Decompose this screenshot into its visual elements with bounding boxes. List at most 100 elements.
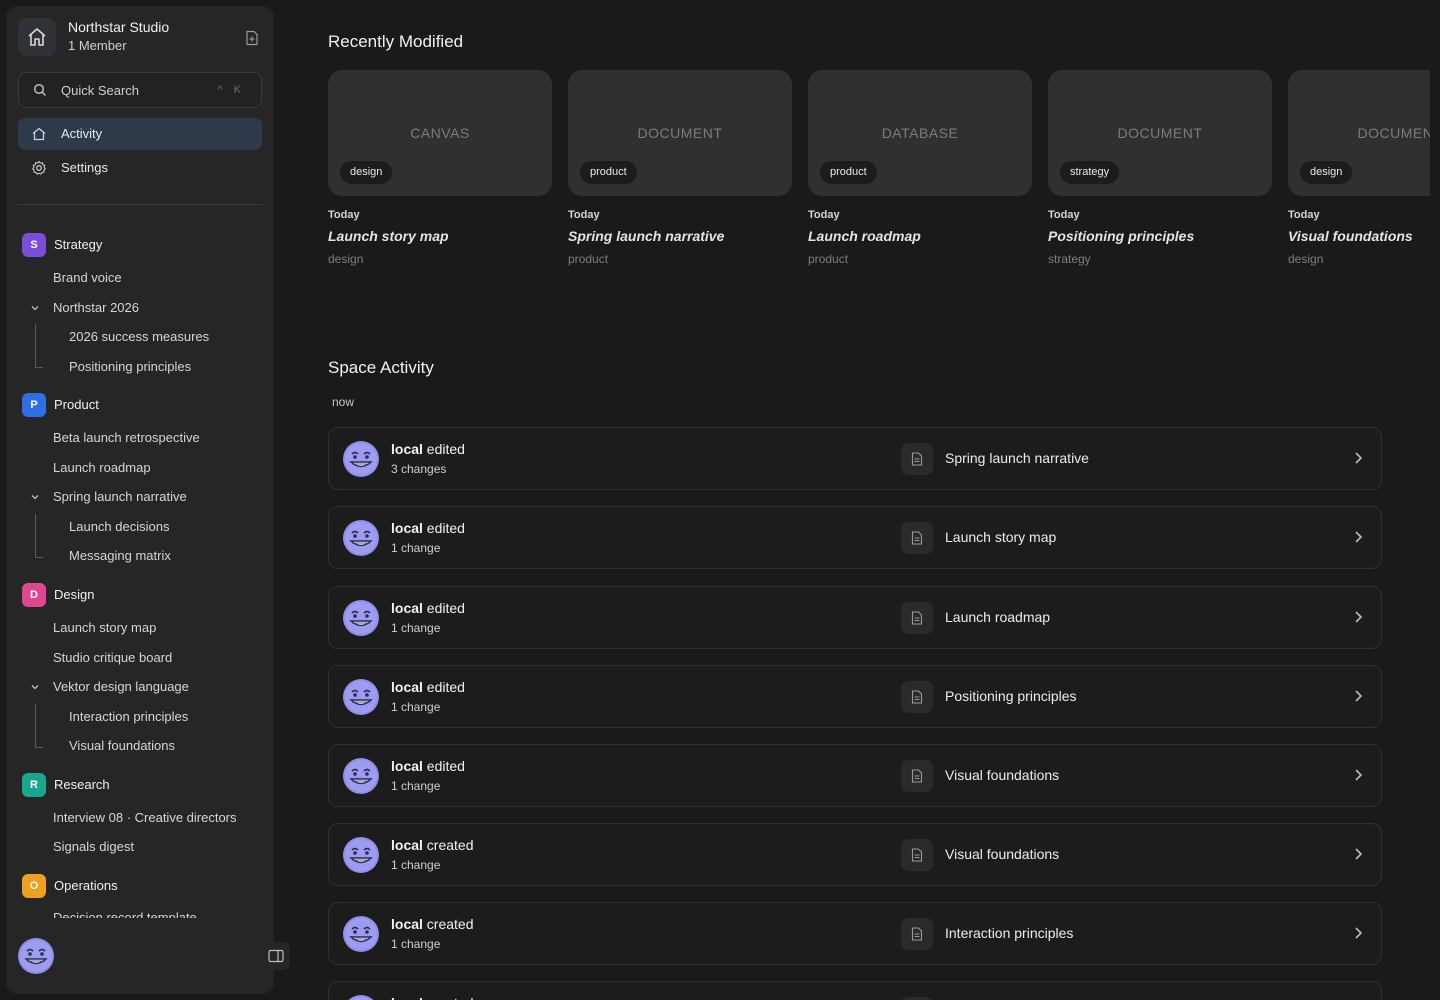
card-title: Positioning principles (1048, 228, 1195, 244)
tree-item[interactable]: Northstar 2026 (53, 300, 139, 315)
recent-card[interactable]: CANVAS design Today Launch story map des… (328, 70, 552, 266)
tree-item[interactable]: Decision record template (53, 910, 197, 918)
card-title: Launch roadmap (808, 228, 921, 244)
chevron-right-icon (1355, 927, 1363, 939)
space-badge: P (22, 393, 46, 417)
chevron-right-icon (1355, 452, 1363, 464)
user-avatar[interactable] (18, 938, 54, 974)
activity-row[interactable]: local edited 1 change Launch roadmap (328, 586, 1382, 649)
activity-doc-title: Positioning principles (945, 688, 1077, 704)
tree-clip: Decision record template (6, 906, 274, 918)
chevron-right-icon (1355, 769, 1363, 781)
new-document-icon[interactable] (242, 28, 262, 48)
card-tag: product (580, 161, 637, 184)
card-title: Spring launch narrative (568, 228, 725, 244)
tree-guide (35, 324, 43, 368)
activity-changes: 1 change (391, 621, 441, 635)
space-label: Operations (54, 878, 118, 893)
document-icon (901, 443, 933, 475)
card-thumbnail: DOCUMENT product (568, 70, 792, 196)
card-title: Visual foundations (1288, 228, 1413, 244)
tree-item[interactable]: Brand voice (53, 270, 122, 285)
chevron-down-icon[interactable] (30, 303, 40, 313)
card-type: DOCUMENT (637, 125, 723, 141)
sidebar-toggle-button[interactable] (262, 942, 290, 970)
chevron-down-icon[interactable] (30, 492, 40, 502)
recent-card[interactable]: DOCUMENT strategy Today Positioning prin… (1048, 70, 1272, 266)
activity-actor-line: local edited (391, 758, 465, 774)
recent-card[interactable]: DATABASE product Today Launch roadmap pr… (808, 70, 1032, 266)
chevron-down-icon[interactable] (30, 682, 40, 692)
activity-row[interactable]: local edited 1 change Visual foundations (328, 744, 1382, 807)
chevron-right-icon (1355, 848, 1363, 860)
tree-item[interactable]: 2026 success measures (69, 329, 209, 344)
user-avatar (343, 916, 379, 952)
nav-settings[interactable]: Settings (18, 152, 262, 184)
card-type: DATABASE (881, 125, 959, 141)
tree-item[interactable]: Interview 08 · Creative directors (53, 810, 237, 825)
card-thumbnail: DOCUMENT strategy (1048, 70, 1272, 196)
activity-row[interactable]: local created 1 change Interaction princ… (328, 902, 1382, 965)
sidebar: Northstar Studio 1 Member Quick Search ^… (6, 6, 274, 994)
tree-item[interactable]: Launch roadmap (53, 460, 151, 475)
card-tag: design (340, 161, 393, 184)
activity-actor-line: local edited (391, 600, 465, 616)
tree-item[interactable]: Launch story map (53, 620, 156, 635)
sidebar-divider (18, 204, 262, 205)
activity-group-label: now (332, 395, 355, 409)
tree-item[interactable]: Signals digest (53, 839, 134, 854)
tree-item[interactable]: Positioning principles (69, 359, 191, 374)
space-activity-title: Space Activity (328, 358, 434, 377)
sidebar-panel-icon (268, 949, 284, 963)
activity-doc-title: Launch story map (945, 529, 1057, 545)
activity-changes: 1 change (391, 858, 441, 872)
activity-row[interactable]: local edited 1 change Launch story map (328, 506, 1382, 569)
nav-activity-label: Activity (61, 126, 103, 141)
card-date: Today (808, 209, 840, 221)
tree-item[interactable]: Beta launch retrospective (53, 430, 200, 445)
space-label: Research (54, 777, 110, 792)
document-icon (901, 681, 933, 713)
activity-actor-line: local edited (391, 679, 465, 695)
user-avatar (343, 995, 379, 1000)
workspace-name: Northstar Studio (68, 19, 170, 35)
tree-item[interactable]: Launch decisions (69, 519, 169, 534)
card-date: Today (1048, 209, 1080, 221)
activity-row[interactable]: local created (328, 981, 1382, 1000)
activity-changes: 1 change (391, 541, 441, 555)
document-icon (901, 760, 933, 792)
tree-item[interactable]: Vektor design language (53, 679, 189, 694)
space-label: Product (54, 397, 99, 412)
workspace-header[interactable]: Northstar Studio 1 Member (18, 18, 262, 58)
space-badge: O (22, 874, 46, 898)
user-avatar (343, 600, 379, 636)
card-thumbnail: DATABASE product (808, 70, 1032, 196)
recently-modified-title: Recently Modified (328, 32, 464, 51)
tree-item[interactable]: Spring launch narrative (53, 489, 187, 504)
user-avatar (343, 837, 379, 873)
user-avatar (343, 520, 379, 556)
card-thumbnail: DOCUMENT design (1288, 70, 1430, 196)
workspace-members: 1 Member (68, 38, 127, 53)
activity-actor-line: local created (391, 995, 474, 1000)
card-date: Today (568, 209, 600, 221)
card-type: DOCUMENT (1357, 125, 1430, 141)
activity-row[interactable]: local edited 1 change Positioning princi… (328, 665, 1382, 728)
home-icon (18, 18, 56, 56)
quick-search-label: Quick Search (61, 83, 140, 98)
recent-card[interactable]: DOCUMENT design Today Visual foundations… (1288, 70, 1430, 266)
space-badge: S (22, 233, 46, 257)
activity-row[interactable]: local created 1 change Visual foundation… (328, 823, 1382, 886)
quick-search[interactable]: Quick Search ^ K (18, 72, 262, 108)
nav-activity[interactable]: Activity (18, 118, 262, 150)
recent-card[interactable]: DOCUMENT product Today Spring launch nar… (568, 70, 792, 266)
tree-item[interactable]: Visual foundations (69, 738, 175, 753)
tree-item[interactable]: Studio critique board (53, 650, 172, 665)
activity-row[interactable]: local edited 3 changes Spring launch nar… (328, 427, 1382, 490)
card-tag: strategy (1060, 161, 1120, 184)
document-icon (901, 602, 933, 634)
card-space: design (328, 252, 364, 266)
card-thumbnail: CANVAS design (328, 70, 552, 196)
tree-item[interactable]: Interaction principles (69, 709, 188, 724)
tree-item[interactable]: Messaging matrix (69, 548, 171, 563)
